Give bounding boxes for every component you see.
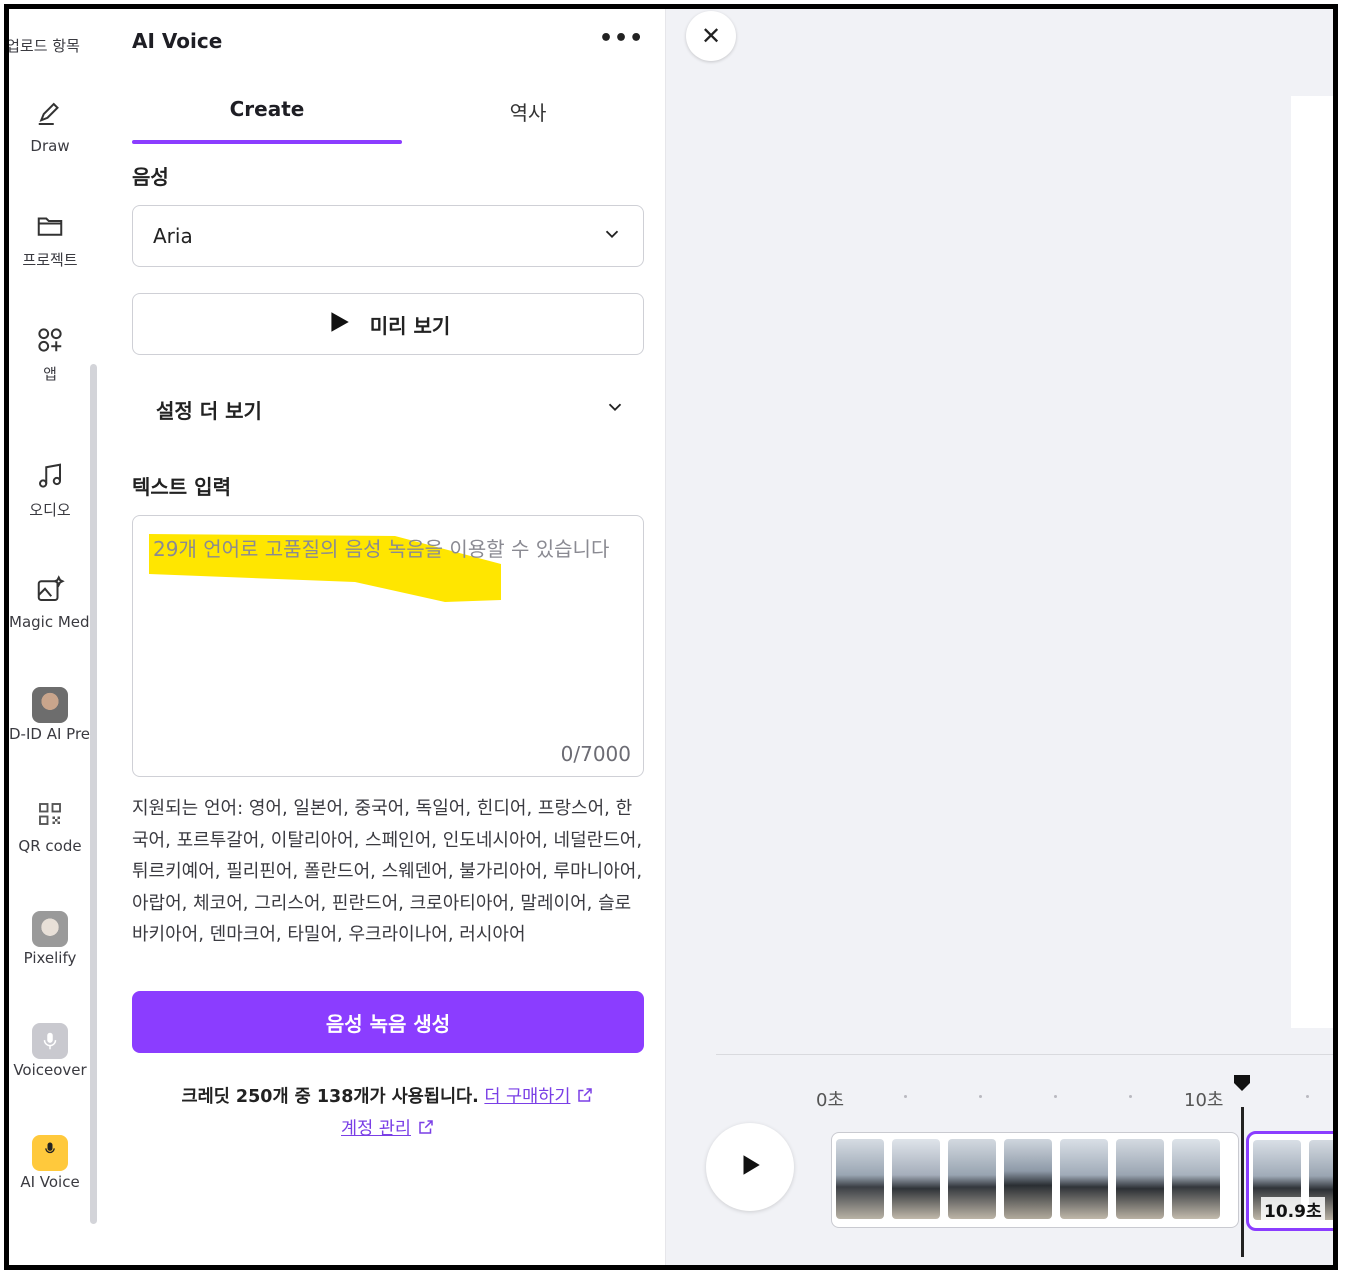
folder-icon — [9, 211, 91, 245]
rail-item-label: AI Voice — [20, 1173, 80, 1191]
clip-frame-thumbnail — [1172, 1139, 1220, 1219]
credits-info: 크레딧 250개 중 138개가 사용됩니다. 더 구매하기 계정 관리 — [132, 1081, 644, 1145]
timeline-dot — [1054, 1095, 1057, 1098]
clip-frame-thumbnail — [892, 1139, 940, 1219]
chevron-down-icon — [601, 223, 623, 250]
voice-select-value: Aria — [153, 224, 193, 248]
preview-button[interactable]: 미리 보기 — [132, 293, 644, 355]
timeline-tick-10: 10초 — [1184, 1090, 1224, 1111]
rail-item-label: D-ID AI Pre... — [9, 725, 91, 743]
timeline-dot — [1129, 1095, 1132, 1098]
more-options-button[interactable]: ••• — [599, 28, 644, 50]
rail-item-qr-code[interactable]: QR code — [9, 799, 91, 855]
active-tab-indicator — [132, 140, 402, 144]
play-icon — [326, 309, 352, 340]
rail-item-label: QR code — [18, 837, 82, 855]
playhead-line — [1241, 1107, 1244, 1257]
rail-item-draw[interactable]: Draw — [9, 99, 91, 155]
video-clip-1[interactable] — [831, 1132, 1239, 1228]
rail-item-label: 프로젝트 — [22, 251, 78, 269]
text-input-placeholder: 29개 언어로 고품질의 음성 녹음을 이용할 수 있습니다 — [153, 537, 610, 561]
clip-frame-thumbnail — [948, 1139, 996, 1219]
clip-frame-thumbnail — [836, 1139, 884, 1219]
clip-duration-badge: 10.9초 — [1261, 1197, 1325, 1222]
rail-item-label: 오디오 — [29, 501, 71, 519]
video-clip-2[interactable]: 10.9초 — [1246, 1131, 1333, 1231]
rail-item-apps[interactable]: 앱 — [9, 325, 91, 384]
external-link-icon — [576, 1083, 594, 1102]
design-page[interactable] — [1291, 96, 1333, 1028]
music-note-icon — [9, 461, 91, 495]
draw-pen-icon — [9, 99, 91, 133]
tab-history[interactable]: 역사 — [393, 97, 663, 126]
ai-voice-icon — [9, 1135, 91, 1171]
qr-code-icon — [9, 799, 91, 833]
rail-item-label: Voiceover — [13, 1061, 87, 1079]
timeline-dot — [904, 1095, 907, 1098]
panel-title: AI Voice — [132, 29, 223, 53]
rail-item-audio[interactable]: 오디오 — [9, 461, 91, 520]
play-icon — [737, 1152, 763, 1182]
preview-button-label: 미리 보기 — [369, 313, 451, 338]
rail-item-projects[interactable]: 프로젝트 — [9, 211, 91, 270]
generate-voiceover-button[interactable]: 음성 녹음 생성 — [132, 991, 644, 1053]
manage-account-link[interactable]: 계정 관리 — [341, 1119, 411, 1139]
clip-frame-thumbnail — [1060, 1139, 1108, 1219]
more-settings-toggle[interactable]: 설정 더 보기 — [156, 389, 626, 429]
rail-item-voiceover[interactable]: Voiceover — [9, 1023, 91, 1079]
playhead-handle[interactable] — [1232, 1073, 1252, 1093]
rail-item-uploads[interactable]: 업로드 항목 — [9, 35, 91, 56]
rail-item-magic-media[interactable]: Magic Media — [9, 575, 91, 631]
rail-item-label: 앱 — [43, 365, 57, 383]
rail-item-label: Pixelify — [23, 949, 77, 967]
editor-canvas-area: ✕ 0초 10초 10.9초 — [666, 9, 1333, 1265]
voice-label: 음성 — [132, 165, 169, 189]
external-link-icon — [417, 1115, 435, 1134]
timeline-tick-0: 0초 — [816, 1090, 845, 1111]
supported-languages-text: 지원되는 언어: 영어, 일본어, 중국어, 독일어, 힌디어, 프랑스어, 한… — [132, 798, 643, 945]
magic-media-icon — [9, 575, 91, 609]
text-input-label: 텍스트 입력 — [132, 475, 231, 499]
d-id-avatar-icon — [9, 687, 91, 723]
rail-scrollbar[interactable] — [90, 364, 97, 1224]
timeline-divider — [716, 1054, 1333, 1055]
tab-create[interactable]: Create — [132, 97, 402, 121]
voice-select[interactable]: Aria — [132, 205, 644, 267]
app-window: 업로드 항목 Draw 프로젝트 앱 오디오 Magic Med D-ID AI… — [4, 4, 1338, 1270]
rail-item-label: Draw — [30, 137, 70, 155]
rail-item-ai-voice[interactable]: AI Voice — [9, 1135, 91, 1191]
clip-frame-thumbnail — [1116, 1139, 1164, 1219]
pixelify-icon — [9, 911, 91, 947]
clip-frame-thumbnail — [1004, 1139, 1052, 1219]
rail-item-d-id[interactable]: D-ID AI Pre... — [9, 687, 91, 743]
ai-voice-panel: AI Voice ••• Create 역사 음성 Aria 미리 보기 설정 … — [101, 9, 666, 1265]
rail-item-label: Magic Media — [9, 613, 91, 631]
character-counter: 0/7000 — [560, 742, 631, 766]
buy-more-link[interactable]: 더 구매하기 — [484, 1087, 570, 1107]
credits-text: 크레딧 250개 중 138개가 사용됩니다. — [181, 1087, 479, 1107]
timeline-play-button[interactable] — [706, 1123, 794, 1211]
rail-item-pixelify[interactable]: Pixelify — [9, 911, 91, 967]
timeline-dot — [979, 1095, 982, 1098]
voiceover-mic-icon — [9, 1023, 91, 1059]
more-settings-label: 설정 더 보기 — [156, 398, 262, 423]
apps-grid-icon — [9, 325, 91, 359]
close-panel-button[interactable]: ✕ — [686, 11, 736, 61]
text-input-area[interactable]: 29개 언어로 고품질의 음성 녹음을 이용할 수 있습니다 0/7000 — [132, 515, 644, 777]
left-rail: 업로드 항목 Draw 프로젝트 앱 오디오 Magic Med D-ID AI… — [9, 9, 101, 1265]
rail-item-label: 업로드 항목 — [9, 37, 80, 55]
chevron-down-icon — [604, 396, 626, 423]
close-icon: ✕ — [700, 22, 722, 50]
timeline-dot — [1306, 1095, 1309, 1098]
